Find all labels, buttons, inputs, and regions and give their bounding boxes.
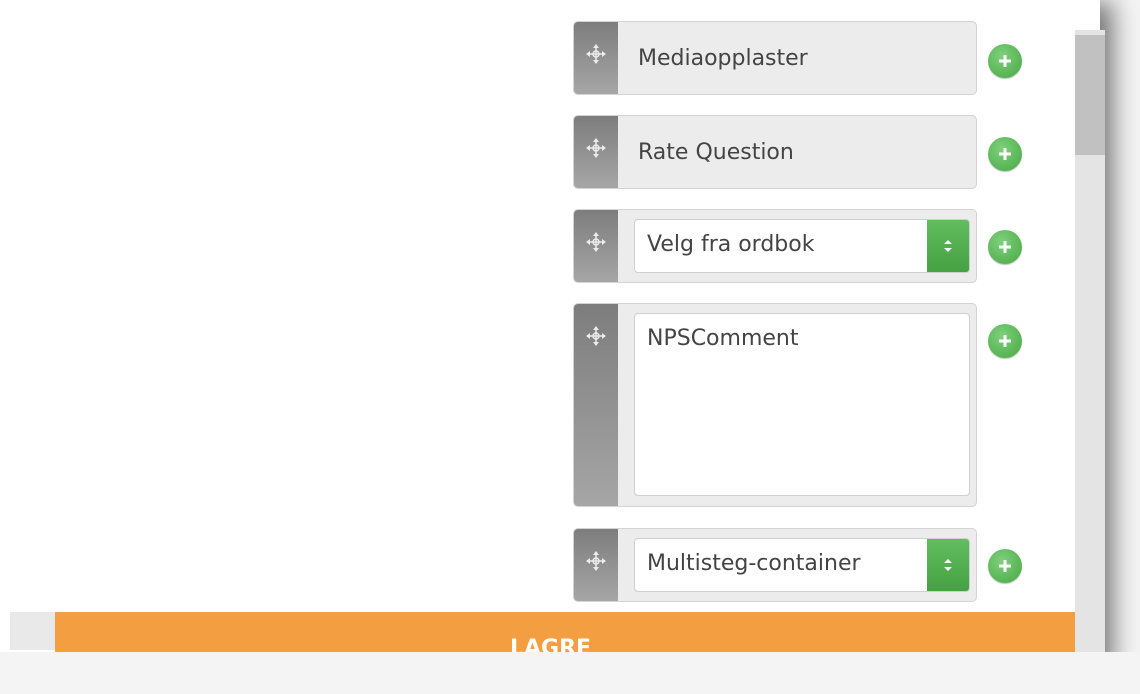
move-icon bbox=[586, 138, 606, 158]
add-dictionary-select-button[interactable] bbox=[988, 230, 1022, 264]
select-value: Velg fra ordbok bbox=[647, 232, 815, 257]
plus-icon bbox=[999, 55, 1011, 67]
widget-dictionary-select[interactable]: Velg fra ordbok bbox=[573, 209, 977, 283]
widget-label: Mediaopplaster bbox=[638, 46, 808, 71]
drag-handle[interactable] bbox=[574, 22, 618, 94]
add-nps-comment-button[interactable] bbox=[988, 324, 1022, 358]
drag-handle[interactable] bbox=[574, 116, 618, 188]
widget-multistep-container[interactable]: Multisteg-container bbox=[573, 528, 977, 602]
add-multistep-container-button[interactable] bbox=[988, 549, 1022, 583]
textarea-value: NPSComment bbox=[647, 326, 799, 351]
widget-nps-comment[interactable]: NPSComment bbox=[573, 303, 977, 507]
add-rate-question-button[interactable] bbox=[988, 137, 1022, 171]
widget-mediaopplaster[interactable]: Mediaopplaster bbox=[573, 21, 977, 95]
footer-left-strip bbox=[10, 612, 55, 650]
scrollbar-thumb[interactable] bbox=[1075, 35, 1105, 155]
widget-rate-question[interactable]: Rate Question bbox=[573, 115, 977, 189]
plus-icon bbox=[999, 148, 1011, 160]
move-icon bbox=[586, 232, 606, 252]
plus-icon bbox=[999, 241, 1011, 253]
move-icon bbox=[586, 44, 606, 64]
multistep-select[interactable]: Multisteg-container bbox=[634, 538, 970, 592]
drag-handle[interactable] bbox=[574, 210, 618, 282]
window-bottom-edge bbox=[0, 652, 1140, 694]
plus-icon bbox=[999, 335, 1011, 347]
up-down-chevron-icon bbox=[944, 559, 952, 571]
select-value: Multisteg-container bbox=[647, 551, 861, 576]
select-toggle[interactable] bbox=[927, 220, 969, 272]
drag-handle[interactable] bbox=[574, 529, 618, 601]
drag-handle[interactable] bbox=[574, 304, 618, 506]
move-icon bbox=[586, 551, 606, 571]
select-toggle[interactable] bbox=[927, 539, 969, 591]
nps-comment-textarea[interactable]: NPSComment bbox=[634, 313, 970, 496]
add-mediaopplaster-button[interactable] bbox=[988, 44, 1022, 78]
move-icon bbox=[586, 326, 606, 346]
up-down-chevron-icon bbox=[944, 240, 952, 252]
dictionary-select[interactable]: Velg fra ordbok bbox=[634, 219, 970, 273]
plus-icon bbox=[999, 560, 1011, 572]
widget-label: Rate Question bbox=[638, 140, 794, 165]
